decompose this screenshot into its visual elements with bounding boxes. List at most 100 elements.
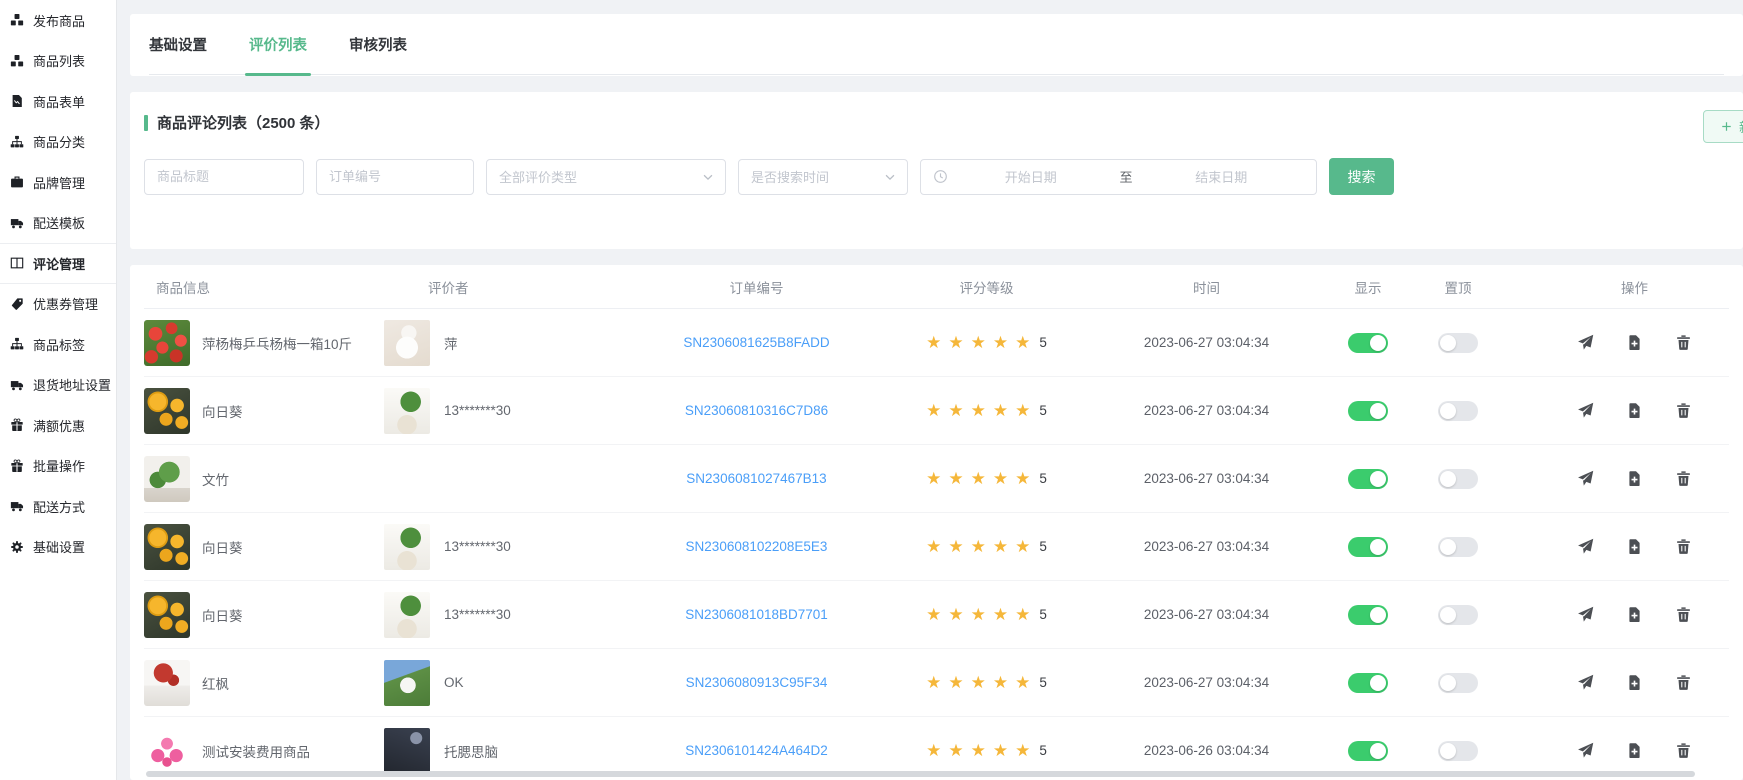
table-row: 向日葵 13*******30 SN23060810316C7D86 ★★★★★…	[144, 377, 1729, 445]
delete-button[interactable]	[1675, 538, 1692, 555]
file-plus-icon	[1626, 334, 1643, 351]
tab[interactable]: 审核列表	[349, 14, 407, 74]
delete-button[interactable]	[1675, 402, 1692, 419]
star-icon: ★	[926, 741, 941, 760]
order-no-link[interactable]: SN230608102208E5E3	[686, 539, 828, 554]
product-name: 向日葵	[202, 401, 243, 421]
trash-icon	[1675, 674, 1692, 691]
product-image	[144, 320, 190, 366]
file-plus-icon	[1626, 742, 1643, 759]
reply-button[interactable]	[1577, 470, 1594, 487]
horizontal-scrollbar[interactable]	[146, 771, 1695, 777]
delete-button[interactable]	[1675, 674, 1692, 691]
add-note-button[interactable]	[1626, 470, 1643, 487]
product-image	[144, 592, 190, 638]
sidebar-item[interactable]: 商品表单	[0, 81, 116, 122]
pin-toggle[interactable]	[1438, 401, 1478, 421]
pin-toggle[interactable]	[1438, 673, 1478, 693]
product-title-input[interactable]	[144, 159, 304, 195]
reply-button[interactable]	[1577, 606, 1594, 623]
add-note-button[interactable]	[1626, 742, 1643, 759]
show-toggle[interactable]	[1348, 537, 1388, 557]
reply-button[interactable]	[1577, 334, 1594, 351]
header-pin: 置顶	[1412, 277, 1504, 297]
add-note-button[interactable]	[1626, 334, 1643, 351]
search-button[interactable]: 搜索	[1329, 158, 1394, 195]
sidebar-item[interactable]: 商品分类	[0, 122, 116, 163]
order-no-link[interactable]: SN23060810316C7D86	[685, 403, 828, 418]
product-cell: 向日葵	[144, 388, 384, 434]
pin-toggle[interactable]	[1438, 605, 1478, 625]
add-note-button[interactable]	[1626, 538, 1643, 555]
delete-button[interactable]	[1675, 606, 1692, 623]
time-search-select[interactable]: 是否搜索时间	[738, 159, 908, 195]
rating-cell: ★★★★★ 5	[884, 333, 1089, 353]
rating-stars: ★★★★★	[926, 673, 1037, 693]
time-cell: 2023-06-26 03:04:34	[1089, 743, 1324, 758]
sidebar-item[interactable]: 品牌管理	[0, 162, 116, 203]
show-toggle[interactable]	[1348, 741, 1388, 761]
review-type-select[interactable]: 全部评价类型	[486, 159, 726, 195]
rating-value: 5	[1039, 403, 1047, 418]
sidebar-item[interactable]: 评论管理	[0, 243, 116, 284]
reply-button[interactable]	[1577, 674, 1594, 691]
file-plus-icon	[1626, 538, 1643, 555]
add-note-button[interactable]	[1626, 674, 1643, 691]
order-no-link[interactable]: SN2306081625B8FADD	[683, 335, 829, 350]
star-icon: ★	[971, 741, 986, 760]
sidebar-item[interactable]: 商品标签	[0, 324, 116, 365]
pin-toggle[interactable]	[1438, 469, 1478, 489]
gear-icon	[10, 540, 24, 554]
rating-value: 5	[1039, 743, 1047, 758]
sidebar-item[interactable]: 满额优惠	[0, 405, 116, 446]
sidebar-item[interactable]: 配送模板	[0, 203, 116, 244]
show-toggle[interactable]	[1348, 605, 1388, 625]
delete-button[interactable]	[1675, 334, 1692, 351]
rating-value: 5	[1039, 675, 1047, 690]
product-image	[144, 456, 190, 502]
date-range-picker[interactable]: 开始日期 至 结束日期	[920, 159, 1317, 195]
delete-button[interactable]	[1675, 470, 1692, 487]
delete-button[interactable]	[1675, 742, 1692, 759]
order-no-link[interactable]: SN2306080913C95F34	[686, 675, 828, 690]
show-toggle[interactable]	[1348, 401, 1388, 421]
sidebar-item[interactable]: 优惠券管理	[0, 284, 116, 325]
product-image	[144, 728, 190, 774]
show-toggle[interactable]	[1348, 333, 1388, 353]
reviewer-name: OK	[444, 675, 464, 690]
star-icon: ★	[1015, 469, 1030, 488]
show-toggle[interactable]	[1348, 673, 1388, 693]
add-review-button[interactable]: 新增	[1703, 110, 1743, 143]
order-no-link[interactable]: SN2306081027467B13	[686, 471, 826, 486]
add-note-button[interactable]	[1626, 606, 1643, 623]
tab[interactable]: 基础设置	[149, 14, 207, 74]
order-no-link[interactable]: SN2306081018BD7701	[685, 607, 828, 622]
pin-toggle[interactable]	[1438, 537, 1478, 557]
sidebar-item[interactable]: 基础设置	[0, 527, 116, 568]
star-icon: ★	[971, 401, 986, 420]
columns-icon	[10, 256, 24, 270]
sidebar-item[interactable]: 发布商品	[0, 0, 116, 41]
order-no-link[interactable]: SN2306101424A464D2	[685, 743, 828, 758]
time-cell: 2023-06-27 03:04:34	[1089, 675, 1324, 690]
star-icon: ★	[1015, 605, 1030, 624]
pin-toggle[interactable]	[1438, 741, 1478, 761]
product-name: 萍杨梅乒乓杨梅一箱10斤	[202, 333, 352, 353]
show-toggle[interactable]	[1348, 469, 1388, 489]
add-note-button[interactable]	[1626, 402, 1643, 419]
order-no-input[interactable]	[316, 159, 474, 195]
tag-icon	[10, 297, 24, 311]
sidebar-item[interactable]: 退货地址设置	[0, 365, 116, 406]
rating-cell: ★★★★★ 5	[884, 605, 1089, 625]
reply-button[interactable]	[1577, 402, 1594, 419]
reply-button[interactable]	[1577, 742, 1594, 759]
rating-value: 5	[1039, 471, 1047, 486]
reply-button[interactable]	[1577, 538, 1594, 555]
pin-toggle[interactable]	[1438, 333, 1478, 353]
rating-value: 5	[1039, 607, 1047, 622]
sidebar-item[interactable]: 配送方式	[0, 486, 116, 527]
tab[interactable]: 评价列表	[249, 14, 307, 74]
reviewer-cell: OK	[384, 660, 629, 706]
sidebar-item[interactable]: 批量操作	[0, 446, 116, 487]
sidebar-item[interactable]: 商品列表	[0, 41, 116, 82]
